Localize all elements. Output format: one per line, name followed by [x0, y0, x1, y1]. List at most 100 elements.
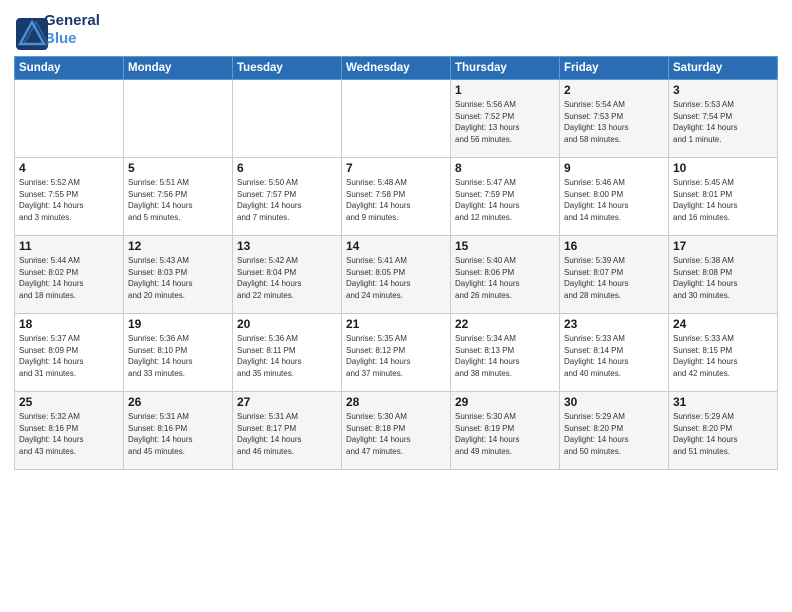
day-number: 13 [237, 239, 337, 253]
day-number: 11 [19, 239, 119, 253]
logo-text: GeneralBlue [44, 12, 100, 48]
day-info: Sunrise: 5:37 AM Sunset: 8:09 PM Dayligh… [19, 333, 119, 379]
day-number: 25 [19, 395, 119, 409]
day-number: 3 [673, 83, 773, 97]
day-number: 23 [564, 317, 664, 331]
calendar-cell: 8 Sunrise: 5:47 AM Sunset: 7:59 PM Daylig… [451, 158, 560, 236]
day-info: Sunrise: 5:42 AM Sunset: 8:04 PM Dayligh… [237, 255, 337, 301]
calendar-cell: 31 Sunrise: 5:29 AM Sunset: 8:20 PM Dayli… [669, 392, 778, 470]
calendar-cell: 30 Sunrise: 5:29 AM Sunset: 8:20 PM Dayli… [560, 392, 669, 470]
calendar-cell: 27 Sunrise: 5:31 AM Sunset: 8:17 PM Dayli… [233, 392, 342, 470]
day-header-saturday: Saturday [669, 57, 778, 80]
day-info: Sunrise: 5:45 AM Sunset: 8:01 PM Dayligh… [673, 177, 773, 223]
day-info: Sunrise: 5:50 AM Sunset: 7:57 PM Dayligh… [237, 177, 337, 223]
logo-icon [14, 16, 42, 44]
calendar-cell: 16 Sunrise: 5:39 AM Sunset: 8:07 PM Dayli… [560, 236, 669, 314]
calendar-cell: 18Sunrise: 5:37 AM Sunset: 8:09 PM Dayli… [15, 314, 124, 392]
day-number: 17 [673, 239, 773, 253]
day-number: 31 [673, 395, 773, 409]
week-row-4: 18Sunrise: 5:37 AM Sunset: 8:09 PM Dayli… [15, 314, 778, 392]
week-row-3: 11 Sunrise: 5:44 AM Sunset: 8:02 PM Dayli… [15, 236, 778, 314]
day-info: Sunrise: 5:40 AM Sunset: 8:06 PM Dayligh… [455, 255, 555, 301]
day-number: 26 [128, 395, 228, 409]
day-number: 24 [673, 317, 773, 331]
calendar-cell: 2Sunrise: 5:54 AM Sunset: 7:53 PM Daylig… [560, 80, 669, 158]
calendar-cell: 20Sunrise: 5:36 AM Sunset: 8:11 PM Dayli… [233, 314, 342, 392]
day-number: 7 [346, 161, 446, 175]
day-info: Sunrise: 5:51 AM Sunset: 7:56 PM Dayligh… [128, 177, 228, 223]
calendar-cell: 13 Sunrise: 5:42 AM Sunset: 8:04 PM Dayli… [233, 236, 342, 314]
day-header-wednesday: Wednesday [342, 57, 451, 80]
calendar-cell: 21 Sunrise: 5:35 AM Sunset: 8:12 PM Dayli… [342, 314, 451, 392]
calendar-cell: 22 Sunrise: 5:34 AM Sunset: 8:13 PM Dayli… [451, 314, 560, 392]
day-number: 15 [455, 239, 555, 253]
calendar-cell: 19Sunrise: 5:36 AM Sunset: 8:10 PM Dayli… [124, 314, 233, 392]
day-info: Sunrise: 5:53 AM Sunset: 7:54 PM Dayligh… [673, 99, 773, 145]
day-info: Sunrise: 5:48 AM Sunset: 7:58 PM Dayligh… [346, 177, 446, 223]
calendar-cell [342, 80, 451, 158]
calendar-cell: 6 Sunrise: 5:50 AM Sunset: 7:57 PM Daylig… [233, 158, 342, 236]
calendar-cell: 11 Sunrise: 5:44 AM Sunset: 8:02 PM Dayli… [15, 236, 124, 314]
calendar-cell [124, 80, 233, 158]
day-number: 16 [564, 239, 664, 253]
day-number: 6 [237, 161, 337, 175]
calendar-cell: 14 Sunrise: 5:41 AM Sunset: 8:05 PM Dayli… [342, 236, 451, 314]
day-number: 14 [346, 239, 446, 253]
calendar-cell: 5Sunrise: 5:51 AM Sunset: 7:56 PM Daylig… [124, 158, 233, 236]
day-header-friday: Friday [560, 57, 669, 80]
day-number: 29 [455, 395, 555, 409]
day-number: 12 [128, 239, 228, 253]
calendar-cell: 4 Sunrise: 5:52 AM Sunset: 7:55 PM Daylig… [15, 158, 124, 236]
logo: GeneralBlue [14, 12, 100, 48]
day-number: 4 [19, 161, 119, 175]
day-info: Sunrise: 5:54 AM Sunset: 7:53 PM Dayligh… [564, 99, 664, 145]
day-info: Sunrise: 5:35 AM Sunset: 8:12 PM Dayligh… [346, 333, 446, 379]
header: GeneralBlue [14, 12, 778, 48]
calendar-cell: 9 Sunrise: 5:46 AM Sunset: 8:00 PM Daylig… [560, 158, 669, 236]
day-number: 9 [564, 161, 664, 175]
day-info: Sunrise: 5:46 AM Sunset: 8:00 PM Dayligh… [564, 177, 664, 223]
day-info: Sunrise: 5:29 AM Sunset: 8:20 PM Dayligh… [564, 411, 664, 457]
day-header-monday: Monday [124, 57, 233, 80]
day-info: Sunrise: 5:30 AM Sunset: 8:18 PM Dayligh… [346, 411, 446, 457]
calendar-cell: 1Sunrise: 5:56 AM Sunset: 7:52 PM Daylig… [451, 80, 560, 158]
calendar-table: SundayMondayTuesdayWednesdayThursdayFrid… [14, 56, 778, 470]
day-info: Sunrise: 5:36 AM Sunset: 8:11 PM Dayligh… [237, 333, 337, 379]
calendar-cell: 23 Sunrise: 5:33 AM Sunset: 8:14 PM Dayli… [560, 314, 669, 392]
day-info: Sunrise: 5:29 AM Sunset: 8:20 PM Dayligh… [673, 411, 773, 457]
calendar-cell [15, 80, 124, 158]
day-info: Sunrise: 5:47 AM Sunset: 7:59 PM Dayligh… [455, 177, 555, 223]
day-info: Sunrise: 5:52 AM Sunset: 7:55 PM Dayligh… [19, 177, 119, 223]
calendar-cell: 25Sunrise: 5:32 AM Sunset: 8:16 PM Dayli… [15, 392, 124, 470]
calendar-cell: 12 Sunrise: 5:43 AM Sunset: 8:03 PM Dayli… [124, 236, 233, 314]
day-number: 22 [455, 317, 555, 331]
day-info: Sunrise: 5:33 AM Sunset: 8:15 PM Dayligh… [673, 333, 773, 379]
day-info: Sunrise: 5:44 AM Sunset: 8:02 PM Dayligh… [19, 255, 119, 301]
day-info: Sunrise: 5:34 AM Sunset: 8:13 PM Dayligh… [455, 333, 555, 379]
calendar-cell [233, 80, 342, 158]
day-info: Sunrise: 5:39 AM Sunset: 8:07 PM Dayligh… [564, 255, 664, 301]
day-info: Sunrise: 5:43 AM Sunset: 8:03 PM Dayligh… [128, 255, 228, 301]
calendar-cell: 3 Sunrise: 5:53 AM Sunset: 7:54 PM Daylig… [669, 80, 778, 158]
day-number: 8 [455, 161, 555, 175]
day-info: Sunrise: 5:31 AM Sunset: 8:17 PM Dayligh… [237, 411, 337, 457]
day-number: 27 [237, 395, 337, 409]
day-info: Sunrise: 5:41 AM Sunset: 8:05 PM Dayligh… [346, 255, 446, 301]
day-info: Sunrise: 5:33 AM Sunset: 8:14 PM Dayligh… [564, 333, 664, 379]
day-number: 10 [673, 161, 773, 175]
page: GeneralBlue SundayMondayTuesdayWednesday… [0, 0, 792, 612]
header-row: SundayMondayTuesdayWednesdayThursdayFrid… [15, 57, 778, 80]
day-number: 1 [455, 83, 555, 97]
day-number: 21 [346, 317, 446, 331]
calendar-cell: 24 Sunrise: 5:33 AM Sunset: 8:15 PM Dayli… [669, 314, 778, 392]
day-header-thursday: Thursday [451, 57, 560, 80]
day-header-sunday: Sunday [15, 57, 124, 80]
day-info: Sunrise: 5:31 AM Sunset: 8:16 PM Dayligh… [128, 411, 228, 457]
day-number: 30 [564, 395, 664, 409]
day-info: Sunrise: 5:30 AM Sunset: 8:19 PM Dayligh… [455, 411, 555, 457]
week-row-5: 25Sunrise: 5:32 AM Sunset: 8:16 PM Dayli… [15, 392, 778, 470]
calendar-cell: 15 Sunrise: 5:40 AM Sunset: 8:06 PM Dayli… [451, 236, 560, 314]
calendar-cell: 10 Sunrise: 5:45 AM Sunset: 8:01 PM Dayli… [669, 158, 778, 236]
day-number: 28 [346, 395, 446, 409]
calendar-cell: 7 Sunrise: 5:48 AM Sunset: 7:58 PM Daylig… [342, 158, 451, 236]
